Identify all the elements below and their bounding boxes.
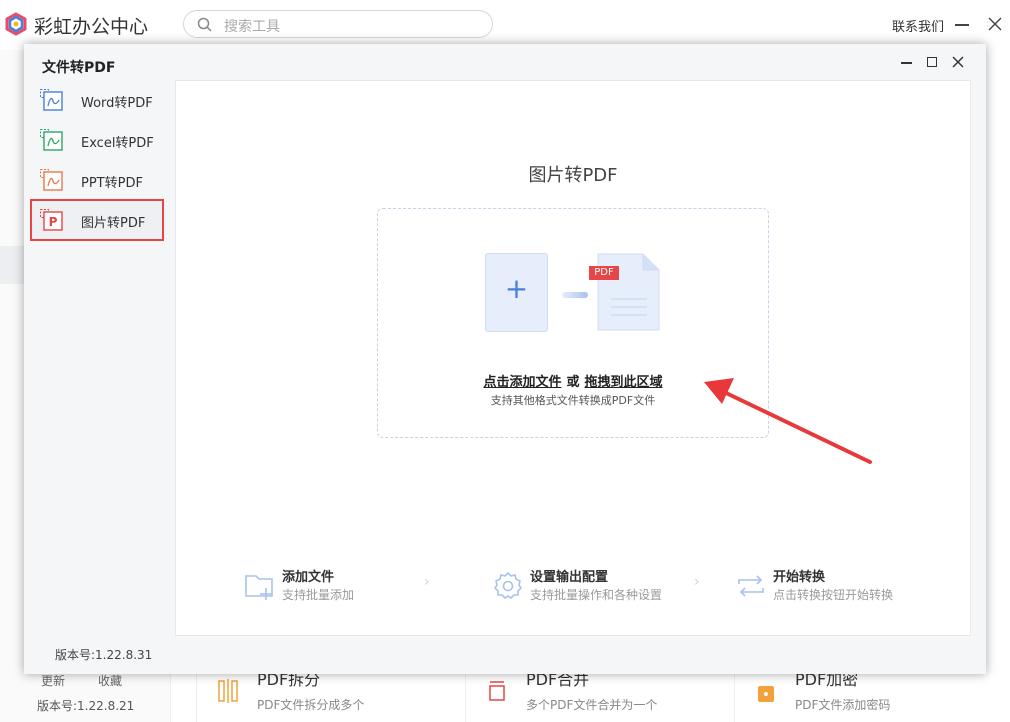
contact-us-link[interactable]: 联系我们 (892, 16, 944, 35)
nav-item-excel-to-pdf[interactable]: Excel转PDF (32, 121, 162, 159)
step-subtitle: 点击转换按钮开始转换 (773, 588, 894, 602)
pdf-badge: PDF (589, 266, 619, 280)
nav-item-label: Excel转PDF (81, 136, 154, 151)
nav-item-label: 图片转PDF (81, 216, 146, 231)
pdf-document-icon (597, 253, 660, 331)
update-link[interactable]: 更新 (41, 672, 65, 689)
step-chevron-icon: › (424, 574, 430, 590)
search-input[interactable]: 搜索工具 (224, 16, 280, 36)
convert-cycle-icon (738, 575, 764, 597)
file-drop-zone[interactable]: + PDF 点击添加文件或拖拽到此区域 支持其他格式文件转换成PDF文件 (377, 208, 769, 438)
or-text: 或 (566, 375, 580, 390)
pdf-encrypt-card[interactable]: PDF加密 PDF文件添加密码 (734, 670, 1010, 722)
dialog-minimize-icon[interactable] (901, 62, 912, 64)
nav-item-word-to-pdf[interactable]: Word转PDF (32, 81, 162, 119)
app-logo-icon (5, 12, 27, 36)
search-box[interactable]: 搜索工具 (183, 10, 493, 38)
main-header: 彩虹办公中心 搜索工具 联系我们 (0, 0, 1010, 50)
app-title: 彩虹办公中心 (34, 16, 149, 38)
card-subtitle: PDF文件拆分成多个 (257, 698, 365, 712)
favorites-link[interactable]: 收藏 (98, 672, 122, 689)
pdf-split-icon (218, 679, 238, 703)
card-subtitle: PDF文件添加密码 (795, 698, 891, 712)
nav-item-ppt-to-pdf[interactable]: PPT转PDF (32, 161, 162, 199)
image-file-icon: P (40, 209, 63, 231)
drop-hint: 支持其他格式文件转换成PDF文件 (490, 394, 656, 407)
step-title: 添加文件 (282, 570, 335, 585)
step-title: 开始转换 (773, 570, 826, 585)
nav-item-label: PPT转PDF (81, 176, 143, 191)
nav-item-image-to-pdf[interactable]: P 图片转PDF (30, 199, 164, 241)
card-subtitle: 多个PDF文件合并为一个 (526, 698, 658, 712)
step-subtitle: 支持批量添加 (282, 588, 355, 602)
step-chevron-icon: › (694, 574, 700, 590)
drop-instructions: 点击添加文件或拖拽到此区域 (378, 371, 768, 390)
nav-item-label: Word转PDF (81, 96, 153, 111)
pdf-merge-card[interactable]: PDF合并 多个PDF文件合并为一个 (465, 670, 734, 722)
drag-here-link[interactable]: 拖拽到此区域 (585, 375, 663, 390)
pdf-split-card[interactable]: PDF拆分 PDF文件拆分成多个 (196, 670, 465, 722)
search-icon (197, 17, 212, 32)
step-title: 设置输出配置 (530, 570, 609, 585)
add-file-card[interactable]: + (485, 253, 548, 332)
dialog-version-label: 版本号:1.22.8.31 (55, 648, 153, 662)
convert-arrow-icon (562, 292, 588, 298)
file-to-pdf-dialog: 文件转PDF Word转PDF Excel转PDF PPT转PDF P 图片转P… (24, 44, 986, 674)
panel-title: 图片转PDF (528, 165, 618, 186)
ppt-file-icon (40, 169, 63, 191)
plus-icon: + (504, 272, 529, 305)
lock-icon (758, 686, 774, 702)
step-subtitle: 支持批量操作和各种设置 (530, 588, 663, 602)
app-minimize-icon[interactable] (955, 24, 969, 26)
main-version-label: 版本号:1.22.8.21 (37, 699, 135, 713)
word-file-icon (40, 89, 63, 111)
dialog-maximize-icon[interactable] (927, 57, 937, 67)
dialog-title: 文件转PDF (42, 60, 116, 76)
dialog-close-icon[interactable] (952, 56, 964, 68)
excel-file-icon (40, 129, 63, 151)
convert-panel: 图片转PDF + PDF 点击添加文件或拖拽到此区域 支持其他格式文件转换成PD… (175, 80, 971, 636)
gear-icon (493, 571, 523, 600)
pdf-merge-icon (489, 681, 505, 701)
svg-text:P: P (49, 215, 58, 229)
add-file-link[interactable]: 点击添加文件 (483, 375, 561, 390)
app-close-icon[interactable] (987, 16, 1003, 32)
folder-add-icon (245, 575, 273, 600)
